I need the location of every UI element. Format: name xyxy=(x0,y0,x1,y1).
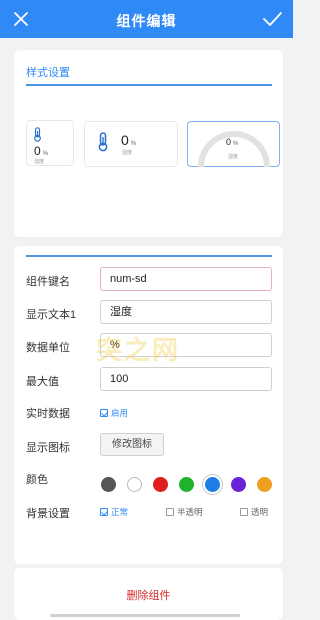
color-swatch[interactable] xyxy=(179,477,194,492)
page-title: 组件编辑 xyxy=(116,13,177,29)
home-indicator xyxy=(50,614,240,617)
style-settings-card: 样式设置 0% 湿度 0% 湿度 0% 湿度 xyxy=(14,50,283,237)
background-label: 背景设置 xyxy=(26,508,70,520)
style-option-medium[interactable]: 0% 湿度 xyxy=(84,121,178,167)
change-icon-button[interactable]: 修改图标 xyxy=(100,433,164,456)
checkbox-icon xyxy=(100,409,108,417)
key-name-input[interactable]: num-sd xyxy=(100,267,272,291)
color-swatch[interactable] xyxy=(153,477,168,492)
realtime-label: 实时数据 xyxy=(26,408,70,420)
bg-option-transparent[interactable]: 透明 xyxy=(240,506,268,518)
preview-label: 湿度 xyxy=(34,159,45,165)
color-label: 颜色 xyxy=(26,474,48,486)
checkbox-icon xyxy=(240,508,248,516)
style-option-gauge[interactable]: 0% 湿度 xyxy=(187,121,280,167)
bg-option-semitransparent[interactable]: 半透明 xyxy=(166,506,203,518)
thermometer-icon xyxy=(34,127,41,142)
preview-value: 0% xyxy=(226,137,239,147)
divider xyxy=(26,84,272,86)
top-bar: 组件编辑 xyxy=(0,0,293,38)
max-value-input[interactable]: 100 xyxy=(100,367,272,391)
icon-label: 显示图标 xyxy=(26,442,70,454)
display-text-label: 显示文本1 xyxy=(26,309,77,321)
color-swatch[interactable] xyxy=(101,477,116,492)
section-title: 样式设置 xyxy=(26,67,70,79)
color-swatch[interactable] xyxy=(127,477,142,492)
style-option-small[interactable]: 0% 湿度 xyxy=(26,120,74,166)
preview-label: 湿度 xyxy=(122,150,133,156)
display-text-input[interactable]: 湿度 xyxy=(100,300,272,324)
max-value-label: 最大值 xyxy=(26,376,59,388)
delete-card: 删除组件 xyxy=(14,568,283,620)
preview-value: 0% xyxy=(121,132,137,148)
gauge-arc xyxy=(198,131,270,167)
preview-value: 0% xyxy=(34,144,49,158)
preview-label: 湿度 xyxy=(228,154,239,160)
unit-label: 数据单位 xyxy=(26,342,70,354)
checkbox-icon xyxy=(100,508,108,516)
delete-component-button[interactable]: 删除组件 xyxy=(14,587,283,603)
bg-option-normal[interactable]: 正常 xyxy=(100,506,128,518)
color-swatch[interactable] xyxy=(231,477,246,492)
divider xyxy=(26,255,272,257)
check-icon[interactable] xyxy=(261,8,283,30)
color-swatch[interactable] xyxy=(205,477,220,492)
color-swatch[interactable] xyxy=(257,477,272,492)
key-name-label: 组件键名 xyxy=(26,276,70,288)
watermark: 突之网 xyxy=(96,335,181,365)
checkbox-icon xyxy=(166,508,174,516)
realtime-checkbox[interactable]: 启用 xyxy=(100,407,128,419)
thermometer-icon xyxy=(98,132,108,152)
properties-card: 组件键名 num-sd 显示文本1 湿度 数据单位 % 最大值 100 实时数据… xyxy=(14,246,283,564)
